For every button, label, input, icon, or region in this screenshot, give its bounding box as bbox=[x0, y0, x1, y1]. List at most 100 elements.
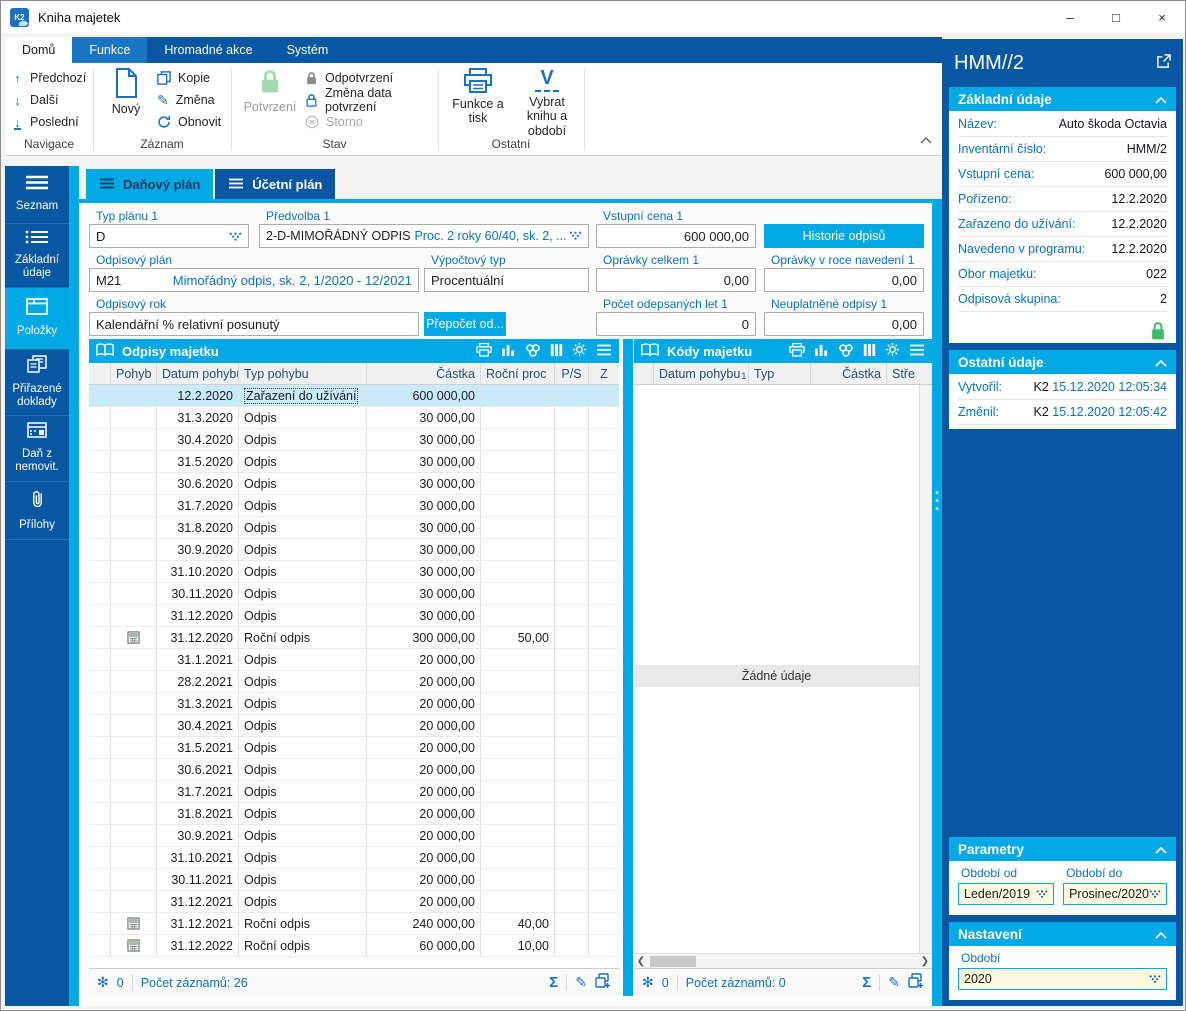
table-cell[interactable] bbox=[481, 429, 555, 451]
table-cell[interactable]: 20 000,00 bbox=[367, 847, 481, 869]
table-row[interactable]: 31.3.2020Odpis30 000,00 bbox=[89, 407, 619, 429]
table-cell[interactable] bbox=[111, 583, 157, 605]
table-cell[interactable] bbox=[589, 517, 619, 539]
table-cell[interactable] bbox=[481, 803, 555, 825]
table-cell[interactable] bbox=[111, 473, 157, 495]
table-cell[interactable] bbox=[111, 913, 157, 935]
table-cell[interactable] bbox=[89, 737, 111, 759]
table-cell[interactable] bbox=[111, 385, 157, 407]
table-cell[interactable] bbox=[555, 605, 589, 627]
table-cell[interactable] bbox=[89, 913, 111, 935]
table-cell[interactable]: 20 000,00 bbox=[367, 869, 481, 891]
close-button[interactable]: × bbox=[1139, 1, 1185, 33]
sidebar-item-zakladni-udaje[interactable]: Základní údaje bbox=[5, 224, 69, 288]
vypoctovy-typ-field[interactable]: Procentuální bbox=[424, 268, 589, 292]
table-cell[interactable]: Odpis bbox=[239, 825, 367, 847]
columns-icon[interactable] bbox=[550, 343, 563, 360]
table-cell[interactable] bbox=[555, 759, 589, 781]
table-row[interactable]: 30.4.2021Odpis20 000,00 bbox=[89, 715, 619, 737]
table-cell[interactable] bbox=[111, 935, 157, 957]
sidebar-item-prilohy[interactable]: Přílohy bbox=[5, 482, 69, 540]
table-cell[interactable] bbox=[111, 517, 157, 539]
table-cell[interactable] bbox=[111, 759, 157, 781]
table-row[interactable]: 31.12.2022Roční odpis60 000,0010,00 bbox=[89, 935, 619, 957]
table-cell[interactable]: 20 000,00 bbox=[367, 891, 481, 913]
scroll-left-arrow[interactable]: ❮ bbox=[634, 956, 648, 967]
table-cell[interactable]: Odpis bbox=[239, 605, 367, 627]
table-cell[interactable] bbox=[555, 627, 589, 649]
table-cell[interactable]: 20 000,00 bbox=[367, 825, 481, 847]
gear-settings-icon[interactable] bbox=[885, 342, 900, 360]
table-cell[interactable] bbox=[481, 869, 555, 891]
table-cell[interactable] bbox=[589, 429, 619, 451]
dropdown-icon[interactable] bbox=[569, 229, 582, 243]
table-cell[interactable]: 30.9.2021 bbox=[157, 825, 239, 847]
table-cell[interactable] bbox=[481, 605, 555, 627]
table-cell[interactable] bbox=[111, 605, 157, 627]
table-cell[interactable]: 30 000,00 bbox=[367, 517, 481, 539]
table-cell[interactable]: Odpis bbox=[239, 759, 367, 781]
table-cell[interactable] bbox=[89, 627, 111, 649]
table-cell[interactable] bbox=[589, 627, 619, 649]
vertical-scrollbar[interactable] bbox=[919, 385, 932, 953]
table-cell[interactable] bbox=[555, 913, 589, 935]
table-cell[interactable] bbox=[111, 737, 157, 759]
table-cell[interactable]: 30 000,00 bbox=[367, 495, 481, 517]
table-cell[interactable] bbox=[89, 781, 111, 803]
table-cell[interactable] bbox=[111, 451, 157, 473]
table-cell[interactable]: 20 000,00 bbox=[367, 759, 481, 781]
table-cell[interactable] bbox=[89, 583, 111, 605]
table-cell[interactable]: 20 000,00 bbox=[367, 693, 481, 715]
table-cell[interactable]: 30.4.2021 bbox=[157, 715, 239, 737]
table-cell[interactable]: Odpis bbox=[239, 583, 367, 605]
cancel-storno-button[interactable]: Storno bbox=[305, 111, 437, 133]
table-cell[interactable]: 20 000,00 bbox=[367, 649, 481, 671]
table-cell[interactable] bbox=[111, 561, 157, 583]
table-cell[interactable] bbox=[481, 517, 555, 539]
table-row[interactable]: 30.9.2021Odpis20 000,00 bbox=[89, 825, 619, 847]
chevron-up-icon[interactable] bbox=[1155, 92, 1167, 107]
table-cell[interactable]: 31.8.2021 bbox=[157, 803, 239, 825]
chart-icon[interactable] bbox=[814, 343, 829, 360]
table-cell[interactable] bbox=[555, 869, 589, 891]
dropdown-icon[interactable] bbox=[1036, 887, 1048, 901]
table-cell[interactable]: 300 000,00 bbox=[367, 627, 481, 649]
section-header[interactable]: Parametry bbox=[949, 837, 1176, 861]
next-record-button[interactable]: ↓ Další bbox=[11, 89, 91, 111]
table-cell[interactable] bbox=[111, 781, 157, 803]
table-cell[interactable] bbox=[589, 385, 619, 407]
chevron-up-icon[interactable] bbox=[1155, 842, 1167, 857]
table-cell[interactable] bbox=[555, 803, 589, 825]
table-cell[interactable]: Odpis bbox=[239, 891, 367, 913]
maximize-button[interactable]: □ bbox=[1093, 1, 1139, 33]
table-cell[interactable]: 30 000,00 bbox=[367, 429, 481, 451]
menu-icon[interactable] bbox=[596, 344, 612, 359]
table-row[interactable]: 28.2.2021Odpis20 000,00 bbox=[89, 671, 619, 693]
table-cell[interactable] bbox=[89, 803, 111, 825]
table-cell[interactable]: 30 000,00 bbox=[367, 451, 481, 473]
table-row[interactable]: 31.7.2020Odpis30 000,00 bbox=[89, 495, 619, 517]
table-cell[interactable]: Odpis bbox=[239, 737, 367, 759]
table-cell[interactable] bbox=[481, 693, 555, 715]
table-cell[interactable]: Odpis bbox=[239, 671, 367, 693]
table-cell[interactable] bbox=[111, 693, 157, 715]
section-header[interactable]: Nastavení bbox=[949, 922, 1176, 946]
table-row[interactable]: 31.1.2021Odpis20 000,00 bbox=[89, 649, 619, 671]
table-cell[interactable] bbox=[589, 649, 619, 671]
table-cell[interactable]: Odpis bbox=[239, 781, 367, 803]
table-row[interactable]: 31.5.2021Odpis20 000,00 bbox=[89, 737, 619, 759]
table-cell[interactable]: Odpis bbox=[239, 869, 367, 891]
new-record-button[interactable]: Nový bbox=[101, 68, 151, 116]
collapse-ribbon-chevron[interactable] bbox=[920, 131, 932, 149]
table-cell[interactable]: 31.10.2021 bbox=[157, 847, 239, 869]
table-cell[interactable] bbox=[111, 495, 157, 517]
table-cell[interactable] bbox=[89, 407, 111, 429]
minimize-button[interactable]: – bbox=[1047, 1, 1093, 33]
table-cell[interactable]: 20 000,00 bbox=[367, 737, 481, 759]
table-cell[interactable] bbox=[481, 649, 555, 671]
table-cell[interactable] bbox=[589, 803, 619, 825]
table-cell[interactable] bbox=[589, 913, 619, 935]
table-cell[interactable] bbox=[589, 561, 619, 583]
table-cell[interactable] bbox=[555, 473, 589, 495]
table-cell[interactable] bbox=[111, 803, 157, 825]
